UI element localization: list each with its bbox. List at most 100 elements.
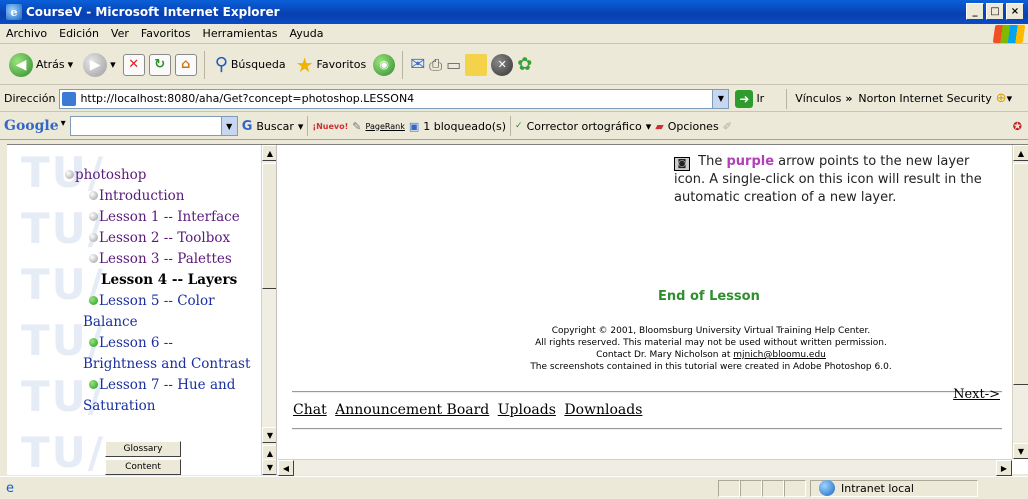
sidebar-item-lesson-7[interactable]: Lesson 7 -- Hue and [7, 375, 262, 396]
sidebar-item-label[interactable]: Lesson 3 -- Palettes [99, 251, 232, 267]
sidebar-item-wrap[interactable]: Saturation [7, 396, 262, 417]
ie-logo-icon: e [6, 4, 22, 20]
scroll-left-icon[interactable]: ◀ [278, 460, 294, 476]
course-tree: photoshop Introduction Lesson 1 -- Inter… [7, 165, 262, 417]
sidebar-item-label[interactable]: Lesson 1 -- Interface [99, 209, 240, 225]
refresh-icon[interactable]: ↻ [148, 53, 171, 76]
next-link[interactable]: Next-> [953, 387, 1000, 402]
sidebar-item-wrap[interactable]: Brightness and Contrast [7, 354, 262, 375]
chevron-right-icon[interactable]: » [845, 92, 852, 105]
search-button[interactable]: ⚲ Búsqueda [212, 50, 289, 80]
google-search-button[interactable]: Buscar [256, 120, 294, 133]
links-label[interactable]: Vínculos [795, 92, 841, 105]
chevron-down-icon[interactable]: ▾ [646, 120, 652, 133]
search-icon: ⚲ [214, 54, 228, 75]
scroll-down-icon[interactable]: ▼ [262, 459, 276, 475]
sidebar-item-wrap[interactable]: Balance [7, 312, 262, 333]
back-arrow-icon: ◀ [9, 52, 33, 77]
sidebar-item-label[interactable]: Introduction [99, 188, 185, 204]
pagerank-label[interactable]: PageRank [366, 122, 405, 131]
menu-archivo[interactable]: Archivo [0, 27, 53, 40]
menu-favoritos[interactable]: Favoritos [135, 27, 197, 40]
google-search-input[interactable]: ▼ [69, 116, 238, 136]
scroll-up-icon[interactable]: ▲ [1013, 145, 1028, 161]
sidebar-item-lesson-1[interactable]: Lesson 1 -- Interface [7, 207, 262, 228]
main-scrollbar[interactable]: ▲ ▼ [1012, 145, 1028, 459]
email-link[interactable]: mjnich@bloomu.edu [733, 350, 826, 360]
sidebar-item-introduction[interactable]: Introduction [7, 186, 262, 207]
divider [292, 428, 1002, 430]
close-button[interactable]: × [1006, 3, 1024, 20]
back-label: Atrás [36, 58, 65, 71]
lesson-paragraph: ◙ The purple arrow points to the new lay… [674, 153, 986, 207]
google-logo[interactable]: Google ▾ [4, 118, 66, 134]
favorites-label: Favoritos [316, 58, 367, 71]
content-button[interactable]: Content [105, 459, 181, 475]
chevron-down-icon[interactable]: ▼ [220, 117, 237, 135]
new-badge[interactable]: ¡Nuevo! [312, 122, 348, 131]
options-label[interactable]: Opciones [668, 120, 719, 133]
spellcheck-label[interactable]: Corrector ortográfico [527, 120, 642, 133]
google-extra-icon[interactable]: ✪ [1013, 120, 1022, 133]
horizontal-scrollbar[interactable]: ◀ ▶ [278, 459, 1012, 476]
sidebar-item-label[interactable]: Lesson 2 -- Toolbox [99, 230, 230, 246]
sidebar-item-lesson-2[interactable]: Lesson 2 -- Toolbox [7, 228, 262, 249]
address-label: Dirección [4, 92, 56, 105]
bullet-icon [89, 233, 98, 242]
toolbar-separator [786, 88, 788, 109]
glossary-button[interactable]: Glossary [105, 441, 181, 457]
zone-label: Intranet local [841, 481, 914, 495]
edit-icon[interactable]: ▭ [446, 55, 461, 74]
sidebar-item-label[interactable]: Lesson 7 -- Hue and [99, 377, 235, 393]
bullet-icon [89, 338, 98, 347]
messenger-icon[interactable] [465, 53, 488, 76]
tree-root-label[interactable]: photoshop [75, 167, 146, 183]
menu-edicion[interactable]: Edición [53, 27, 105, 40]
media-icon[interactable]: ◉ [373, 53, 396, 76]
announcement-board-link[interactable]: Announcement Board [335, 402, 489, 418]
forward-button[interactable]: ▶ ▾ [80, 50, 119, 80]
norton-label[interactable]: Norton Internet Security [858, 92, 991, 105]
google-logo-text: Google [4, 118, 59, 134]
history-icon[interactable]: ✉ [410, 54, 425, 75]
print-icon[interactable]: ⎙ [429, 55, 442, 75]
scroll-thumb[interactable] [262, 163, 276, 289]
home-icon[interactable]: ⌂ [174, 53, 197, 76]
go-button[interactable]: ➜ Ir [735, 89, 764, 108]
sidebar-item-label[interactable]: Lesson 5 -- Color [99, 293, 215, 309]
uploads-link[interactable]: Uploads [498, 402, 556, 418]
chevron-down-icon[interactable]: ▾ [1007, 92, 1013, 105]
scroll-thumb[interactable] [1013, 163, 1028, 385]
scroll-up-icon[interactable]: ▲ [262, 145, 276, 161]
chevron-down-icon[interactable]: ▼ [712, 89, 729, 108]
chevron-down-icon[interactable]: ▾ [298, 120, 304, 133]
maximize-button[interactable]: □ [986, 3, 1004, 20]
sidebar-scrollbar[interactable]: ▲ ▼ ▲ ▼ [261, 145, 276, 475]
stop-icon[interactable]: ✕ [122, 53, 145, 76]
blocked-count[interactable]: 1 bloqueado(s) [423, 120, 506, 133]
browser-window: e CourseV - Microsoft Internet Explorer … [0, 0, 1028, 499]
scroll-down-icon[interactable]: ▼ [262, 427, 276, 443]
chevron-down-icon: ▾ [110, 58, 116, 71]
pencil-icon[interactable]: ✐ [723, 120, 732, 133]
menu-ayuda[interactable]: Ayuda [283, 27, 329, 40]
back-button[interactable]: ◀ Atrás ▾ [6, 50, 76, 80]
msn-icon[interactable]: ✿ [517, 54, 532, 75]
minimize-button[interactable]: _ [966, 3, 984, 20]
status-text [18, 480, 718, 497]
address-field[interactable]: http://localhost:8080/aha/Get?concept=ph… [59, 88, 730, 109]
downloads-link[interactable]: Downloads [564, 402, 642, 418]
chat-link[interactable]: Chat [293, 402, 327, 418]
scroll-right-icon[interactable]: ▶ [996, 460, 1012, 476]
favorites-button[interactable]: ★ Favoritos [293, 50, 370, 80]
tree-root[interactable]: photoshop [7, 165, 262, 186]
scroll-down-icon[interactable]: ▼ [1013, 443, 1028, 459]
menu-herramientas[interactable]: Herramientas [197, 27, 284, 40]
sidebar-item-lesson-3[interactable]: Lesson 3 -- Palettes [7, 249, 262, 270]
sidebar-item-label[interactable]: Lesson 6 -- [99, 335, 173, 351]
norton-icon[interactable]: ⊕ [996, 91, 1007, 106]
menu-ver[interactable]: Ver [105, 27, 135, 40]
sidebar-item-lesson-6[interactable]: Lesson 6 -- [7, 333, 262, 354]
close-circle-icon[interactable]: ✕ [491, 53, 514, 76]
sidebar-item-lesson-5[interactable]: Lesson 5 -- Color [7, 291, 262, 312]
